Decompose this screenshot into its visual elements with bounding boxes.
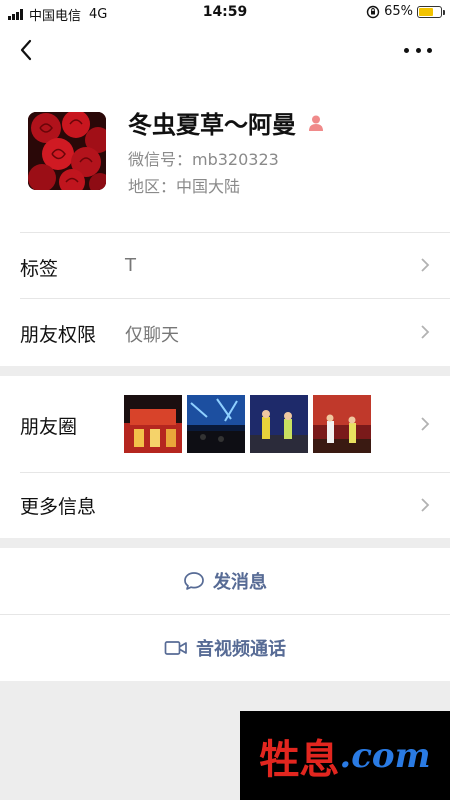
video-camera-icon [164,641,187,655]
orientation-lock-icon [366,5,380,18]
nav-bar [0,26,450,78]
contact-name: 冬虫夏草～阿曼 [128,111,296,139]
region: 地区：中国大陆 [128,177,241,196]
permissions-label: 朋友权限 [20,324,97,346]
more-info-label: 更多信息 [20,496,97,518]
watermark-logo: 牲息 .com [240,711,450,800]
permissions-row[interactable]: 朋友权限 仅聊天 [0,298,450,366]
tags-value: T [125,255,136,276]
permissions-value: 仅聊天 [125,325,179,346]
wechat-id: 微信号：mb320323 [128,150,279,169]
video-call-label: 音视频通话 [196,639,286,660]
status-bar: 中国电信 4G 14:59 65% [0,0,450,26]
watermark-text-a: 牲息 [259,735,340,783]
moments-label: 朋友圈 [20,416,78,438]
status-right: 65% [366,4,445,19]
send-message-label: 发消息 [213,572,267,593]
battery-percent: 65% [384,4,413,19]
divider [20,472,450,473]
divider [20,232,450,233]
chevron-right-icon [421,325,430,339]
more-info-row[interactable]: 更多信息 [0,472,450,538]
roses-image [28,112,106,190]
watermark-text-b: .com [339,735,431,776]
name-row: 冬虫夏草～阿曼 [128,105,326,140]
moments-row[interactable]: 朋友圈 [0,376,450,472]
chat-bubble-icon [184,572,204,590]
moments-photo [250,395,308,453]
chevron-right-icon [421,417,430,431]
female-user-icon [309,115,323,131]
moments-photo [313,395,371,453]
avatar[interactable] [28,112,106,190]
chevron-left-icon[interactable] [14,36,42,64]
moments-photo [187,395,245,453]
tags-row[interactable]: 标签 T [0,232,450,298]
send-message-button[interactable]: 发消息 [0,548,450,614]
battery-fill [419,7,433,16]
battery-icon [417,5,445,18]
chevron-right-icon [421,258,430,272]
chevron-right-icon [421,498,430,512]
more-dots-icon[interactable] [404,40,432,60]
divider [20,298,450,299]
profile-card: 冬虫夏草～阿曼 微信号：mb320323 地区：中国大陆 [0,78,450,232]
moments-thumbnails [124,395,376,453]
divider [0,614,450,615]
video-call-button[interactable]: 音视频通话 [0,614,450,681]
moments-photo [124,395,182,453]
tags-label: 标签 [20,258,59,280]
